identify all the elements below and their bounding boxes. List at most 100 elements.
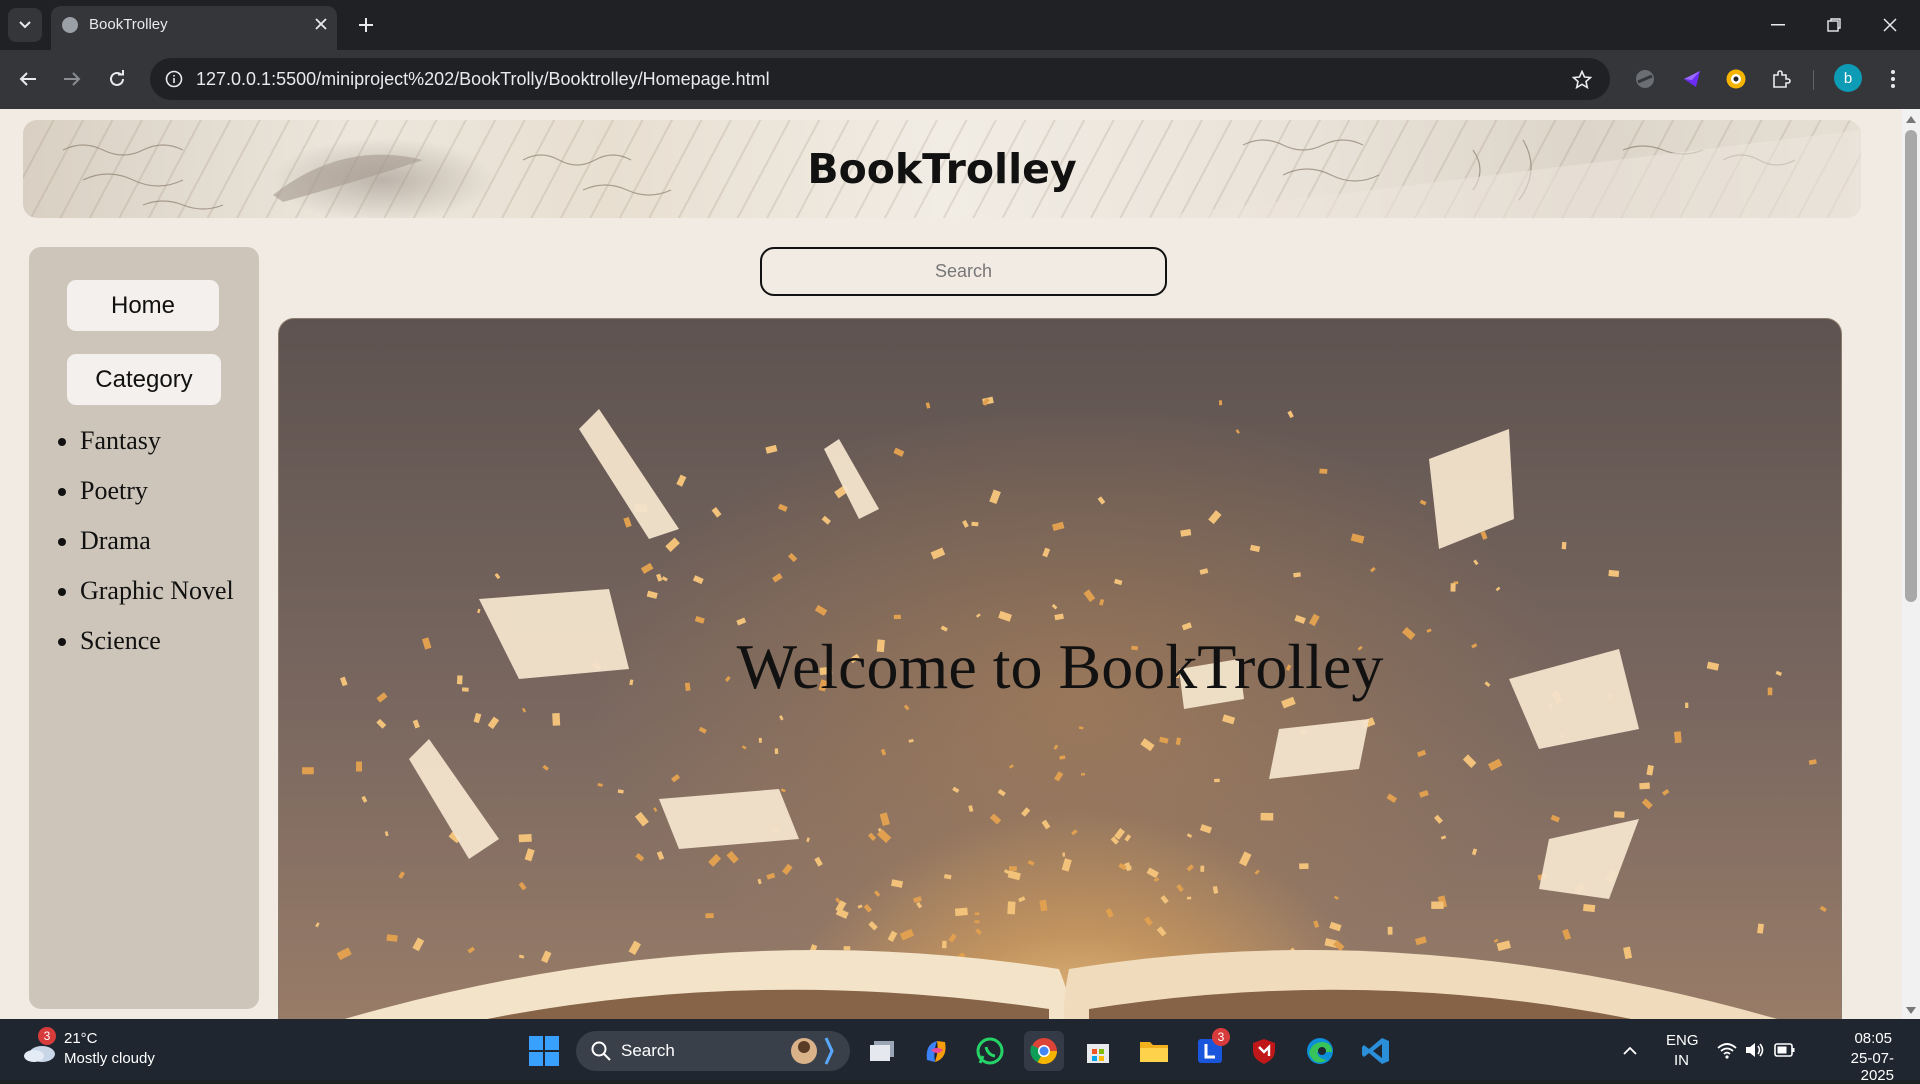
store-button[interactable] bbox=[1078, 1031, 1118, 1071]
minimize-button[interactable] bbox=[1756, 10, 1800, 40]
page-flake bbox=[552, 713, 561, 726]
page-flake bbox=[814, 856, 823, 867]
yellow-extension-icon[interactable] bbox=[1721, 64, 1751, 94]
task-view-button[interactable] bbox=[862, 1031, 902, 1071]
page-flake bbox=[1156, 926, 1167, 937]
extensions-button[interactable] bbox=[1766, 64, 1796, 94]
mcafee-button[interactable] bbox=[1244, 1031, 1284, 1071]
clock-date[interactable]: 25-07-2025 bbox=[1818, 1050, 1894, 1084]
whatsapp-icon bbox=[976, 1037, 1004, 1065]
page-flake bbox=[1199, 568, 1209, 575]
category-button[interactable]: Category bbox=[67, 354, 221, 405]
start-button[interactable] bbox=[528, 1035, 560, 1067]
new-tab-button[interactable] bbox=[352, 11, 380, 39]
reload-button[interactable] bbox=[100, 62, 134, 96]
page-flake bbox=[705, 913, 714, 919]
page-flake bbox=[692, 575, 704, 585]
profile-avatar[interactable]: b bbox=[1834, 64, 1862, 92]
home-button[interactable]: Home bbox=[67, 280, 219, 331]
search-input[interactable]: Search bbox=[760, 247, 1167, 296]
url-text[interactable]: 127.0.0.1:5500/miniproject%202/BookTroll… bbox=[196, 69, 770, 90]
page-flake bbox=[1674, 731, 1682, 744]
scroll-down-arrow[interactable] bbox=[1902, 1002, 1920, 1018]
page-flake bbox=[1496, 940, 1511, 952]
vscode-button[interactable] bbox=[1356, 1031, 1396, 1071]
edge-button[interactable] bbox=[1300, 1031, 1340, 1071]
file-explorer-button[interactable] bbox=[1134, 1031, 1174, 1071]
category-item-poetry[interactable]: Poetry bbox=[58, 476, 148, 506]
page-flake bbox=[998, 610, 1012, 622]
page-flake bbox=[1144, 916, 1153, 926]
store-icon bbox=[1087, 1044, 1109, 1063]
input-language[interactable]: ENG bbox=[1666, 1032, 1699, 1049]
restore-button[interactable] bbox=[1812, 10, 1856, 40]
category-item-graphic-novel[interactable]: Graphic Novel bbox=[58, 576, 234, 606]
hero-title: Welcome to BookTrolley bbox=[736, 631, 1384, 702]
page-flake bbox=[1313, 920, 1320, 928]
tab-list-button[interactable] bbox=[8, 8, 42, 42]
tray-overflow-button[interactable] bbox=[1618, 1040, 1642, 1062]
page-flake bbox=[542, 764, 549, 771]
tab-close-button[interactable] bbox=[311, 14, 331, 34]
page-flake bbox=[646, 590, 658, 599]
window-close-button[interactable] bbox=[1868, 10, 1912, 40]
page-flake bbox=[1054, 613, 1064, 621]
whatsapp-button[interactable] bbox=[970, 1031, 1010, 1071]
page-flake bbox=[1099, 598, 1105, 606]
category-label: Poetry bbox=[80, 476, 148, 505]
page-flake bbox=[1471, 848, 1478, 856]
clock-time[interactable]: 08:05 bbox=[1840, 1030, 1892, 1047]
page-flake bbox=[1387, 926, 1393, 935]
page-flake bbox=[989, 813, 1002, 825]
purple-extension-icon[interactable] bbox=[1677, 64, 1707, 94]
battery-icon[interactable] bbox=[1774, 1041, 1796, 1059]
volume-icon[interactable] bbox=[1744, 1040, 1766, 1060]
page-flake bbox=[1140, 738, 1155, 752]
page-flake bbox=[1419, 499, 1427, 506]
page-flake bbox=[948, 933, 957, 943]
page-flake bbox=[1160, 895, 1169, 904]
weather-temperature[interactable]: 21°C bbox=[64, 1030, 98, 1047]
category-item-science[interactable]: Science bbox=[58, 626, 161, 656]
wifi-icon[interactable] bbox=[1716, 1040, 1738, 1060]
page-flake bbox=[1051, 603, 1058, 610]
page-flake bbox=[1052, 521, 1065, 532]
shield-icon bbox=[1253, 1039, 1275, 1064]
back-button[interactable] bbox=[11, 62, 45, 96]
page-flake bbox=[913, 896, 922, 903]
page-flake bbox=[893, 447, 905, 457]
page-flake bbox=[1450, 583, 1456, 592]
copilot-button[interactable] bbox=[916, 1031, 956, 1071]
reload-icon bbox=[110, 70, 124, 86]
category-label: Fantasy bbox=[80, 426, 161, 455]
task-view-icon bbox=[870, 1041, 894, 1061]
chrome-button[interactable] bbox=[1024, 1031, 1064, 1071]
page-flake bbox=[758, 737, 762, 743]
site-info-button[interactable] bbox=[160, 65, 188, 93]
forward-button[interactable] bbox=[55, 62, 89, 96]
page-flake bbox=[974, 912, 980, 916]
weather-description[interactable]: Mostly cloudy bbox=[64, 1050, 155, 1067]
category-item-fantasy[interactable]: Fantasy bbox=[58, 426, 161, 456]
browser-menu-button[interactable] bbox=[1878, 64, 1908, 94]
windows-icon bbox=[529, 1036, 559, 1066]
page-flake bbox=[975, 928, 982, 936]
blocked-extension-icon[interactable] bbox=[1630, 64, 1660, 94]
input-region[interactable]: IN bbox=[1674, 1052, 1689, 1069]
page-flake bbox=[628, 940, 641, 956]
vscode-icon bbox=[1362, 1038, 1389, 1064]
bookmark-star-button[interactable] bbox=[1568, 66, 1596, 94]
scroll-up-arrow[interactable] bbox=[1902, 111, 1920, 127]
scrollbar-thumb[interactable] bbox=[1905, 130, 1917, 602]
page-flake bbox=[1562, 928, 1572, 941]
globe-icon bbox=[62, 17, 78, 33]
page-flake bbox=[880, 748, 887, 756]
page-flake bbox=[943, 874, 952, 880]
info-icon bbox=[165, 70, 183, 88]
page-flake bbox=[1646, 764, 1654, 776]
page-flake bbox=[1199, 824, 1212, 834]
window-close-icon bbox=[1883, 18, 1897, 32]
category-item-drama[interactable]: Drama bbox=[58, 526, 151, 556]
page-flake bbox=[1061, 858, 1072, 872]
page-flake bbox=[1434, 814, 1443, 824]
